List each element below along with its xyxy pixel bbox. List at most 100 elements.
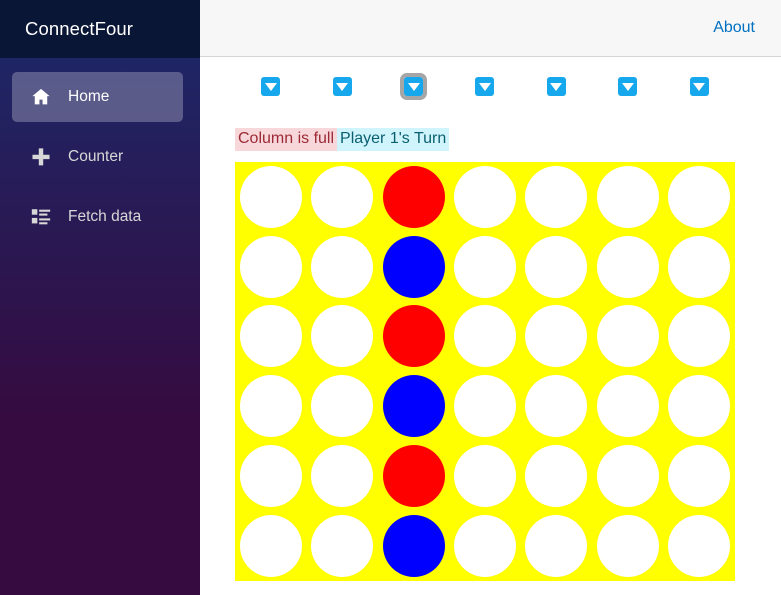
board-cell-r2-c2[interactable]	[306, 232, 377, 302]
board-cell-r6-c6[interactable]	[592, 511, 663, 581]
empty-slot	[239, 305, 302, 368]
empty-slot	[311, 235, 374, 298]
drop-button-column-4[interactable]	[475, 77, 495, 96]
board-cell-r2-c3[interactable]	[378, 232, 449, 302]
board-cell-r3-c2[interactable]	[306, 302, 377, 372]
chevron-down-icon	[336, 82, 349, 91]
empty-slot	[453, 445, 516, 508]
board-cell-r3-c4[interactable]	[449, 302, 520, 372]
board-cell-r4-c2[interactable]	[306, 371, 377, 441]
board-cell-r6-c3[interactable]	[378, 511, 449, 581]
sidebar-item-fetch-data-label: Fetch data	[68, 208, 142, 225]
column-full-alert: Column is full	[235, 128, 338, 151]
board-cell-r3-c7[interactable]	[664, 302, 735, 372]
board-cell-r1-c3[interactable]	[378, 162, 449, 232]
board-cell-r1-c2[interactable]	[306, 162, 377, 232]
board-cell-r6-c5[interactable]	[521, 511, 592, 581]
sidebar-item-counter[interactable]: Counter	[12, 132, 183, 182]
board-cell-r1-c4[interactable]	[449, 162, 520, 232]
board-cell-r5-c1[interactable]	[235, 441, 306, 511]
drop-cell-6	[592, 77, 663, 96]
empty-slot	[596, 514, 659, 577]
board-cell-r3-c6[interactable]	[592, 302, 663, 372]
empty-slot	[596, 445, 659, 508]
board-cell-r5-c5[interactable]	[521, 441, 592, 511]
board-row	[235, 441, 735, 511]
board-cell-r3-c3[interactable]	[378, 302, 449, 372]
board-cell-r2-c5[interactable]	[521, 232, 592, 302]
empty-slot	[311, 445, 374, 508]
board-cell-r6-c7[interactable]	[664, 511, 735, 581]
sidebar-item-home-label: Home	[68, 88, 110, 105]
chevron-down-icon	[264, 82, 277, 91]
board-cell-r4-c3[interactable]	[378, 371, 449, 441]
board-cell-r5-c2[interactable]	[306, 441, 377, 511]
drop-button-column-6[interactable]	[618, 77, 638, 96]
board-cell-r4-c5[interactable]	[521, 371, 592, 441]
board-cell-r6-c2[interactable]	[306, 511, 377, 581]
empty-slot	[239, 445, 302, 508]
board-cell-r6-c4[interactable]	[449, 511, 520, 581]
empty-slot	[525, 165, 588, 228]
empty-slot	[525, 235, 588, 298]
board-cell-r5-c7[interactable]	[664, 441, 735, 511]
drop-button-column-5[interactable]	[546, 77, 566, 96]
board-row	[235, 232, 735, 302]
board-cell-r1-c6[interactable]	[592, 162, 663, 232]
empty-slot	[596, 165, 659, 228]
board-cell-r1-c1[interactable]	[235, 162, 306, 232]
drop-button-column-3[interactable]	[400, 73, 428, 100]
empty-slot	[239, 165, 302, 228]
column-drop-buttons	[235, 73, 735, 100]
board-cell-r5-c3[interactable]	[378, 441, 449, 511]
drop-cell-3	[378, 73, 449, 100]
empty-slot	[453, 514, 516, 577]
sidebar-brand-bar: ConnectFour	[0, 0, 200, 58]
empty-slot	[596, 305, 659, 368]
drop-button-column-7[interactable]	[689, 77, 709, 96]
board-cell-r6-c1[interactable]	[235, 511, 306, 581]
empty-slot	[453, 165, 516, 228]
board-cell-r4-c6[interactable]	[592, 371, 663, 441]
chevron-down-icon	[550, 82, 563, 91]
board-cell-r2-c4[interactable]	[449, 232, 520, 302]
empty-slot	[525, 514, 588, 577]
empty-slot	[311, 514, 374, 577]
drop-button-column-1[interactable]	[261, 77, 281, 96]
empty-slot	[596, 375, 659, 438]
drop-button-column-2[interactable]	[332, 77, 352, 96]
sidebar: ConnectFour Home Counter Fetch data	[0, 0, 200, 595]
empty-slot	[668, 305, 731, 368]
board-cell-r5-c4[interactable]	[449, 441, 520, 511]
chevron-down-icon	[693, 82, 706, 91]
board-cell-r5-c6[interactable]	[592, 441, 663, 511]
about-link[interactable]: About	[713, 19, 755, 37]
top-bar: About	[200, 0, 781, 57]
chevron-down-icon	[407, 82, 420, 91]
sidebar-nav: Home Counter Fetch data	[0, 58, 200, 252]
main-column: About Column is full Player 1's Turn	[200, 0, 781, 595]
board-cell-r4-c4[interactable]	[449, 371, 520, 441]
empty-slot	[525, 305, 588, 368]
board-cell-r2-c1[interactable]	[235, 232, 306, 302]
empty-slot	[311, 375, 374, 438]
sidebar-item-fetch-data[interactable]: Fetch data	[12, 192, 183, 242]
board-cell-r1-c7[interactable]	[664, 162, 735, 232]
status-messages: Column is full Player 1's Turn	[235, 128, 450, 151]
board-cell-r2-c7[interactable]	[664, 232, 735, 302]
drop-cell-5	[521, 77, 592, 96]
disc-red	[382, 445, 445, 508]
sidebar-item-home[interactable]: Home	[12, 72, 183, 122]
board-cell-r1-c5[interactable]	[521, 162, 592, 232]
home-icon	[30, 86, 52, 108]
board-cell-r3-c1[interactable]	[235, 302, 306, 372]
board-cell-r4-c1[interactable]	[235, 371, 306, 441]
board-cell-r2-c6[interactable]	[592, 232, 663, 302]
empty-slot	[668, 375, 731, 438]
board-cell-r4-c7[interactable]	[664, 371, 735, 441]
chevron-down-icon	[621, 82, 634, 91]
turn-indicator: Player 1's Turn	[337, 128, 450, 151]
app-brand-title[interactable]: ConnectFour	[25, 18, 133, 40]
board-cell-r3-c5[interactable]	[521, 302, 592, 372]
game-board	[235, 162, 735, 581]
